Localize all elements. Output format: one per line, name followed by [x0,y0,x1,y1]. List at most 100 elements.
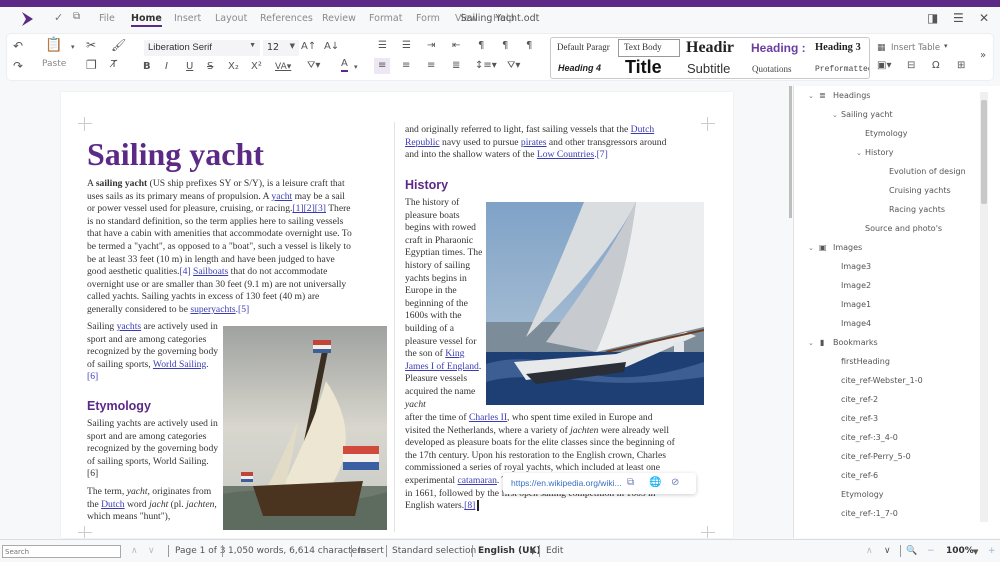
menu-home[interactable]: Home [131,13,162,27]
menu-form[interactable]: Form [416,13,440,24]
copy-link-icon[interactable]: ⧉ [627,477,634,488]
ref-5[interactable]: .[5] [236,304,250,315]
rtl-paragraph-icon[interactable]: ¶ [526,39,532,53]
nav-image-item[interactable]: Image4 [841,319,871,328]
nav-heading-item[interactable]: Etymology [865,129,908,138]
nav-section-images[interactable]: Images [833,243,862,252]
font-size-select[interactable]: 12 ▼ [263,40,299,56]
nav-bookmark-item[interactable]: firstHeading [841,357,890,366]
nav-heading-item[interactable]: Cruising yachts [889,186,951,195]
superscript-icon[interactable]: X² [251,60,262,74]
nav-heading-item[interactable]: History [865,148,893,157]
language-dropdown-icon[interactable]: ▼ [530,548,535,556]
search-next-icon[interactable]: ∨ [148,546,155,556]
style-default-paragraph[interactable]: Default Paragr [557,42,613,52]
subscript-icon[interactable]: X₂ [228,60,239,74]
zoom-icon[interactable]: 🔍 [906,546,917,556]
chevron-down-icon[interactable]: ⌄ [808,244,814,252]
hamburger-menu-icon[interactable]: ☰ [953,11,964,25]
ref-7[interactable]: .[7] [594,149,608,160]
table-icon[interactable]: ▦ [877,41,886,55]
menu-file[interactable]: File [99,13,115,24]
navigator-scrollbar-thumb[interactable] [981,100,987,204]
numbered-list-icon[interactable]: ☰ [402,39,411,53]
insert-table-dropdown-icon[interactable]: ▾ [944,39,948,53]
hyperlink-url[interactable]: https://en.wikipedia.org/wiki... [511,478,622,488]
align-center-icon[interactable]: ≡ [402,59,410,73]
style-subtitle[interactable]: Subtitle [687,61,747,76]
font-color-icon[interactable]: A [341,58,348,72]
strikethrough-icon[interactable]: S [207,60,213,74]
nav-heading-item[interactable]: Evolution of design [889,167,966,176]
paste-dropdown-icon[interactable]: ▾ [71,40,75,54]
copy-icon[interactable]: ❐ [86,58,97,72]
grow-font-icon[interactable]: A↑ [301,40,316,54]
underline-icon[interactable]: U [186,60,193,74]
close-icon[interactable]: ✕ [979,11,989,25]
nav-bookmark-item[interactable]: Etymology [841,490,884,499]
menu-format[interactable]: Format [369,13,402,24]
search-input[interactable] [2,545,121,558]
ltr-paragraph-icon[interactable]: ¶ [502,39,508,53]
bold-icon[interactable]: B [143,60,151,74]
search-previous-icon[interactable]: ∧ [131,546,138,556]
nav-bookmark-item[interactable]: cite_ref-Perry_5-0 [841,452,911,461]
link-dutch[interactable]: Dutch [101,499,124,510]
previous-page-icon[interactable]: ∧ [866,546,873,556]
menu-layout[interactable]: Layout [215,13,247,24]
highlight-color-icon[interactable]: ⛛▾ [307,59,320,73]
shrink-font-icon[interactable]: A↓ [324,40,339,54]
ref-4[interactable]: [4] [179,266,190,277]
nav-section-bookmarks[interactable]: Bookmarks [833,338,878,347]
insert-table-button[interactable]: Insert Table [891,41,940,55]
nav-image-item[interactable]: Image2 [841,281,871,290]
document-page[interactable]: Sailing yacht A sailing yacht (US ship p… [61,92,733,538]
style-text-body[interactable]: Text Body [618,39,680,57]
font-color-dropdown-icon[interactable]: ▾ [354,60,358,74]
nav-section-headings[interactable]: Headings [833,91,870,100]
redo-icon[interactable]: ↷ [13,59,23,73]
align-left-icon[interactable]: ≡ [374,58,391,74]
app-logo-icon[interactable] [20,12,34,26]
increase-indent-icon[interactable]: ⇥ [427,39,435,53]
zoom-level[interactable]: 100% [946,546,974,556]
chevron-down-icon[interactable]: ⌄ [808,339,814,347]
style-heading-4[interactable]: Heading 4 [558,63,614,73]
font-name-select[interactable]: Liberation Serif ▼ [144,40,260,56]
link-superyachts[interactable]: superyachts [190,304,235,315]
undo-icon[interactable]: ↶ [13,39,23,53]
more-options-icon[interactable]: » [980,49,986,63]
paste-button[interactable]: Paste [42,57,66,71]
paste-clipboard-icon[interactable]: 📋 [45,38,62,52]
nav-heading-item[interactable]: Racing yachts [889,205,945,214]
link-sailboats[interactable]: Sailboats [193,266,228,277]
justify-icon[interactable]: ≣ [452,59,460,73]
zoom-out-icon[interactable]: − [927,546,935,556]
insert-mode[interactable]: Insert [358,546,384,556]
nav-bookmark-item[interactable]: cite_ref-:3_4-0 [841,433,898,442]
insert-chart-icon[interactable]: ⊟ [907,59,915,73]
chevron-down-icon[interactable]: ⌄ [832,111,838,119]
word-count[interactable]: 1,050 words, 6,614 characters [228,546,366,556]
zoom-dropdown-icon[interactable]: ▼ [973,548,978,556]
italic-icon[interactable]: I [165,60,168,74]
decrease-indent-icon[interactable]: ⇤ [452,39,460,53]
style-quotations[interactable]: Quotations [752,64,808,74]
zoom-in-icon[interactable]: + [988,546,996,556]
insert-image-icon[interactable]: ▣▾ [877,59,891,73]
sidebar-toggle-icon[interactable]: ◨ [927,11,938,25]
remove-link-icon[interactable]: ⊘ [671,477,679,488]
nav-bookmark-item[interactable]: cite_ref-2 [841,395,878,404]
style-heading-3[interactable]: Heading 3 [815,42,869,53]
link-world-sailing[interactable]: World Sailing [153,359,206,370]
style-heading-1[interactable]: Headir [686,39,742,57]
formatting-marks-icon[interactable]: ¶ [478,39,484,53]
nav-heading-item[interactable]: Sailing yacht [841,110,893,119]
menu-view[interactable]: View [455,13,478,24]
nav-bookmark-item[interactable]: cite_ref-:1_7-0 [841,509,898,518]
edit-mode[interactable]: Edit [546,546,563,556]
menu-references[interactable]: References [260,13,313,24]
nav-image-item[interactable]: Image1 [841,300,871,309]
selection-mode[interactable]: Standard selection [392,546,476,556]
line-spacing-icon[interactable]: ↕≡▾ [475,59,497,73]
